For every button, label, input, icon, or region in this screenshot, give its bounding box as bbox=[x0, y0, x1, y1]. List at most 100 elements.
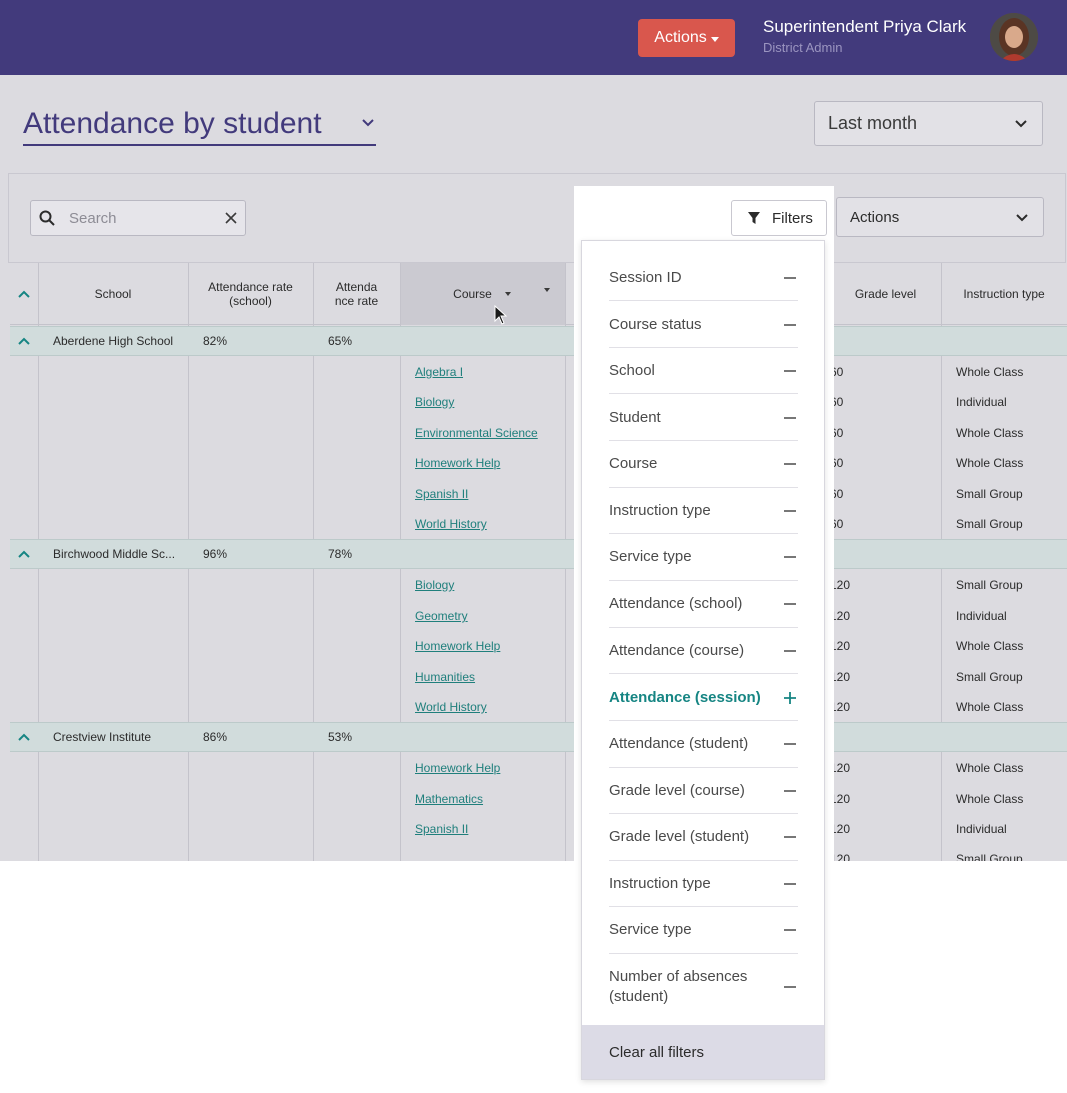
column-header-school[interactable]: School bbox=[38, 263, 188, 325]
period-value: Last month bbox=[828, 113, 918, 133]
avatar[interactable] bbox=[990, 13, 1038, 61]
course-link[interactable]: Spanish II bbox=[415, 487, 468, 501]
minus-icon[interactable] bbox=[784, 645, 796, 657]
filter-item[interactable]: Course bbox=[609, 441, 798, 488]
collapse-all-button[interactable] bbox=[10, 263, 38, 325]
table-row: Spanish II 120 Individual bbox=[10, 814, 1067, 844]
course-link[interactable]: Environmental Science bbox=[415, 426, 538, 440]
chevron-up-icon[interactable] bbox=[18, 733, 30, 741]
table-row: Biology 120 Small Group bbox=[10, 570, 1067, 600]
minus-icon[interactable] bbox=[784, 505, 796, 517]
instruction-cell: Small Group bbox=[956, 487, 1023, 501]
filter-item[interactable]: School bbox=[609, 348, 798, 394]
column-header-grade-level[interactable]: Grade level bbox=[830, 263, 941, 325]
filter-item-label: Instruction type bbox=[609, 502, 711, 519]
table-group-row[interactable]: Aberdene High School 82% 65% bbox=[10, 326, 1067, 356]
table-group-row[interactable]: Crestview Institute 86% 53% bbox=[10, 722, 1067, 752]
minus-icon[interactable] bbox=[784, 319, 796, 331]
group-attendance-school: 82% bbox=[203, 334, 228, 348]
course-link[interactable]: Homework Help bbox=[415, 761, 500, 775]
table-row: Environmental Science 60 Whole Class bbox=[10, 417, 1067, 447]
minus-icon[interactable] bbox=[784, 831, 796, 843]
header-actions-button[interactable]: Actions bbox=[638, 19, 735, 57]
filter-item[interactable]: Student bbox=[609, 394, 798, 441]
instruction-cell: Whole Class bbox=[956, 426, 1024, 440]
filters-button[interactable]: Filters bbox=[731, 200, 827, 236]
header-actions-label: Actions bbox=[654, 29, 707, 46]
group-school: Crestview Institute bbox=[53, 730, 152, 744]
minus-icon[interactable] bbox=[784, 738, 796, 750]
search-input[interactable]: Search bbox=[30, 200, 246, 236]
column-header-course-label: Course bbox=[453, 287, 492, 301]
column-menu-icon[interactable] bbox=[543, 287, 551, 293]
filter-item-label: Course status bbox=[609, 316, 702, 333]
course-link[interactable]: Biology bbox=[415, 395, 454, 409]
course-link[interactable]: World History bbox=[415, 700, 487, 714]
course-link[interactable]: Mathematics bbox=[415, 792, 483, 806]
filter-icon bbox=[748, 212, 760, 224]
table-actions-select[interactable]: Actions bbox=[836, 197, 1044, 237]
clear-search-icon[interactable] bbox=[225, 212, 237, 224]
group-attendance-school: 86% bbox=[203, 730, 228, 744]
column-header-course[interactable]: Course bbox=[400, 263, 565, 325]
minus-icon[interactable] bbox=[784, 981, 796, 993]
filter-item[interactable]: Course status bbox=[609, 301, 798, 348]
minus-icon[interactable] bbox=[784, 551, 796, 563]
table-row: Homework Help 120 Whole Class bbox=[10, 631, 1067, 661]
minus-icon[interactable] bbox=[784, 785, 796, 797]
instruction-cell: Whole Class bbox=[956, 365, 1024, 379]
column-header-instruction-type[interactable]: Instruction type bbox=[941, 263, 1067, 325]
filters-dropdown: Session ID Course status School Student … bbox=[581, 240, 825, 1080]
filter-item[interactable]: Grade level (course) bbox=[609, 768, 798, 814]
minus-icon[interactable] bbox=[784, 924, 796, 936]
filter-item-label: Attendance (student) bbox=[609, 735, 749, 752]
filter-item[interactable]: Grade level (student) bbox=[609, 814, 798, 861]
filter-item[interactable]: Service type bbox=[609, 534, 798, 581]
table-row: Biology 60 Individual bbox=[10, 387, 1067, 417]
course-link[interactable]: Humanities bbox=[415, 670, 475, 684]
minus-icon[interactable] bbox=[784, 598, 796, 610]
top-bar bbox=[0, 0, 1067, 75]
course-link[interactable]: World History bbox=[415, 517, 487, 531]
column-header-attendance-rate[interactable]: Attenda nce rate bbox=[313, 263, 400, 325]
filter-item[interactable]: Number of absences (student) bbox=[609, 954, 798, 1022]
minus-icon[interactable] bbox=[784, 365, 796, 377]
filter-item-label: Student bbox=[609, 409, 661, 426]
filters-button-label: Filters bbox=[772, 210, 813, 227]
course-link[interactable]: Geometry bbox=[415, 609, 468, 623]
course-link[interactable]: Homework Help bbox=[415, 639, 500, 653]
table-row: Geometry 120 Individual bbox=[10, 600, 1067, 630]
minus-icon[interactable] bbox=[784, 458, 796, 470]
filter-item[interactable]: Instruction type bbox=[609, 488, 798, 534]
minus-icon[interactable] bbox=[784, 412, 796, 424]
chevron-up-icon[interactable] bbox=[18, 337, 30, 345]
column-header-attendance-school[interactable]: Attendance rate (school) bbox=[188, 263, 313, 325]
minus-icon[interactable] bbox=[784, 878, 796, 890]
filter-item[interactable]: Service type bbox=[609, 907, 798, 954]
table-row: World History 120 Whole Class bbox=[10, 692, 1067, 722]
caret-down-icon bbox=[710, 36, 719, 42]
plus-icon[interactable] bbox=[784, 692, 796, 704]
clear-all-filters-button[interactable]: Clear all filters bbox=[582, 1025, 824, 1079]
group-attendance-rate: 65% bbox=[328, 334, 353, 348]
report-selector[interactable]: Attendance by student bbox=[23, 103, 376, 146]
course-link[interactable]: Spanish II bbox=[415, 822, 468, 836]
minus-icon[interactable] bbox=[784, 272, 796, 284]
filter-item[interactable]: Session ID bbox=[609, 254, 798, 301]
period-select[interactable]: Last month bbox=[814, 101, 1043, 146]
chevron-up-icon[interactable] bbox=[18, 550, 30, 558]
filter-item[interactable]: Attendance (school) bbox=[609, 581, 798, 628]
filter-item[interactable]: Instruction type bbox=[609, 861, 798, 907]
filter-item[interactable]: Attendance (student) bbox=[609, 721, 798, 768]
table-group-row[interactable]: Birchwood Middle Sc... 96% 78% bbox=[10, 539, 1067, 569]
group-attendance-rate: 78% bbox=[328, 547, 353, 561]
course-link[interactable]: Homework Help bbox=[415, 456, 500, 470]
instruction-cell: Whole Class bbox=[956, 792, 1024, 806]
course-link[interactable]: Biology bbox=[415, 578, 454, 592]
table-actions-label: Actions bbox=[850, 208, 900, 226]
filter-item[interactable]: Attendance (course) bbox=[609, 628, 798, 674]
course-link[interactable]: Algebra I bbox=[415, 365, 463, 379]
attendance-table: School Attendance rate (school) Attenda … bbox=[10, 263, 1067, 861]
filter-item-active[interactable]: Attendance (session) bbox=[609, 674, 798, 721]
instruction-cell: Individual bbox=[956, 822, 1007, 836]
